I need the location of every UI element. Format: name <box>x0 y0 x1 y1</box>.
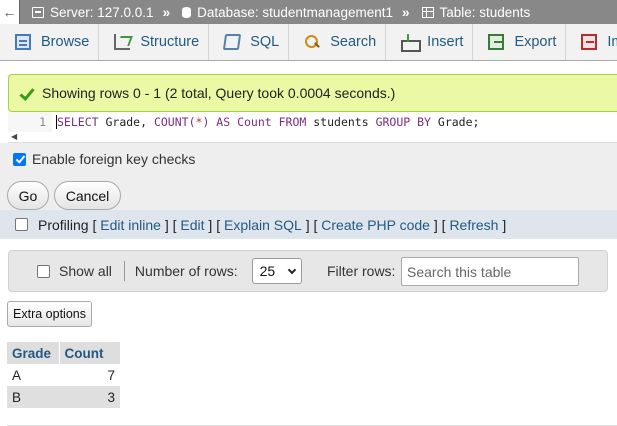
sql-function-count: COUNT <box>153 115 189 129</box>
tab-export[interactable]: Export <box>473 24 567 60</box>
tab-search[interactable]: Search <box>289 24 387 60</box>
chevron-down-icon <box>287 265 296 275</box>
tab-sql-label: SQL <box>250 34 280 50</box>
structure-icon <box>114 34 131 50</box>
server-icon <box>32 6 44 18</box>
extra-options-button[interactable]: Extra options <box>7 301 92 327</box>
foreign-key-label: Enable foreign key checks <box>32 151 196 167</box>
search-icon <box>304 34 320 50</box>
success-message: Showing rows 0 - 1 (2 total, Query took … <box>8 74 617 112</box>
table-navigation: Show all Number of rows: 25 Filter rows: <box>8 250 608 292</box>
export-icon <box>488 34 505 50</box>
refresh-link[interactable]: Refresh <box>449 217 498 233</box>
table-icon <box>421 6 434 18</box>
tab-browse[interactable]: Browse <box>0 24 100 60</box>
profiling-checkbox[interactable] <box>15 218 28 231</box>
profiling-label: Profiling <box>38 216 89 233</box>
breadcrumb-server[interactable]: Server: 127.0.0.1 » <box>32 5 170 20</box>
edit-inline-link[interactable]: Edit inline <box>100 217 161 233</box>
checkmark-icon <box>19 86 35 100</box>
table-row[interactable]: A 7 <box>7 364 120 386</box>
results-table: Grade Count A 7 B 3 <box>7 342 121 408</box>
sql-paren: ( <box>188 115 196 129</box>
divider <box>123 261 125 281</box>
browse-icon <box>15 34 31 50</box>
cell-count: 7 <box>59 364 120 386</box>
tab-import[interactable]: Impor <box>566 24 617 60</box>
tab-structure[interactable]: Structure <box>99 24 210 60</box>
breadcrumb-separator: » <box>162 4 171 20</box>
cell-grade: A <box>7 364 59 386</box>
breadcrumb: ← Server: 127.0.0.1 » Database: studentm… <box>0 0 617 24</box>
sql-token-as: AS Count <box>209 115 279 129</box>
breadcrumb-database[interactable]: Database: studentmanagement1 » <box>182 4 410 20</box>
foreign-key-checkbox[interactable] <box>13 152 26 166</box>
show-all-checkbox[interactable] <box>37 264 50 278</box>
tab-export-label: Export <box>514 34 557 50</box>
table-header-row: Grade Count <box>7 342 121 364</box>
explain-sql-link[interactable]: Explain SQL <box>224 217 302 233</box>
tab-search-label: Search <box>330 34 377 50</box>
breadcrumb-table-label[interactable]: Table: students <box>440 5 531 20</box>
breadcrumb-separator: » <box>401 4 410 20</box>
number-of-rows-label: Number of rows: <box>134 263 238 279</box>
sql-token: Grade; <box>430 115 480 129</box>
insert-icon <box>401 34 422 52</box>
column-header-count[interactable]: Count <box>59 342 121 364</box>
sql-icon <box>223 34 242 50</box>
query-options-panel: Enable foreign key checks Go Cancel <box>0 143 617 210</box>
cancel-button[interactable]: Cancel <box>54 181 121 210</box>
go-button[interactable]: Go <box>7 181 49 210</box>
tab-browse-label: Browse <box>41 34 90 50</box>
sql-keyword-from: FROM <box>278 115 307 129</box>
sql-token: Grade, <box>98 115 154 129</box>
tab-structure-label: Structure <box>140 34 200 50</box>
sql-query-code[interactable]: SELECT Grade, COUNT(*) AS Count FROM stu… <box>56 112 479 132</box>
profiling-bar: Profiling [ Edit inline ] [ Edit ] [ Exp… <box>0 210 617 239</box>
create-php-code-link[interactable]: Create PHP code <box>321 217 430 233</box>
sql-keyword-select: SELECT <box>56 115 99 129</box>
show-all-label: Show all <box>59 263 112 279</box>
success-message-text: Showing rows 0 - 1 (2 total, Query took … <box>42 85 396 101</box>
column-header-grade[interactable]: Grade <box>7 342 60 364</box>
scroll-left-icon[interactable]: ◀ <box>11 132 17 141</box>
number-of-rows-value: 25 <box>259 263 276 279</box>
tab-import-label: Impor <box>607 34 617 50</box>
tab-insert[interactable]: Insert <box>386 24 474 60</box>
number-of-rows-select[interactable]: 25 <box>251 258 302 284</box>
sql-keyword-group-by: GROUP BY <box>375 115 431 129</box>
foreign-key-checks-option[interactable]: Enable foreign key checks <box>13 151 195 167</box>
top-tabs: Browse Structure SQL Search Insert Expor… <box>0 24 617 61</box>
tab-insert-label: Insert <box>427 34 464 50</box>
line-number: 1 <box>8 112 52 132</box>
import-icon <box>581 34 598 50</box>
filter-rows-input[interactable] <box>401 257 579 286</box>
database-icon <box>182 6 192 18</box>
sql-token-table: students <box>306 115 376 129</box>
cell-grade: B <box>7 386 59 408</box>
edit-link[interactable]: Edit <box>180 217 204 233</box>
cell-count: 3 <box>59 386 120 408</box>
table-row[interactable]: B 3 <box>7 386 120 408</box>
breadcrumb-server-label[interactable]: Server: 127.0.0.1 <box>50 5 154 20</box>
breadcrumb-database-label[interactable]: Database: studentmanagement1 <box>197 5 393 20</box>
filter-rows-label: Filter rows: <box>327 263 396 279</box>
sql-query-editor[interactable]: 1 SELECT Grade, COUNT(*) AS Count FROM s… <box>8 112 617 143</box>
breadcrumb-table[interactable]: Table: students <box>421 5 531 20</box>
back-arrow-icon[interactable]: ← <box>0 0 20 24</box>
tab-sql[interactable]: SQL <box>209 24 290 60</box>
